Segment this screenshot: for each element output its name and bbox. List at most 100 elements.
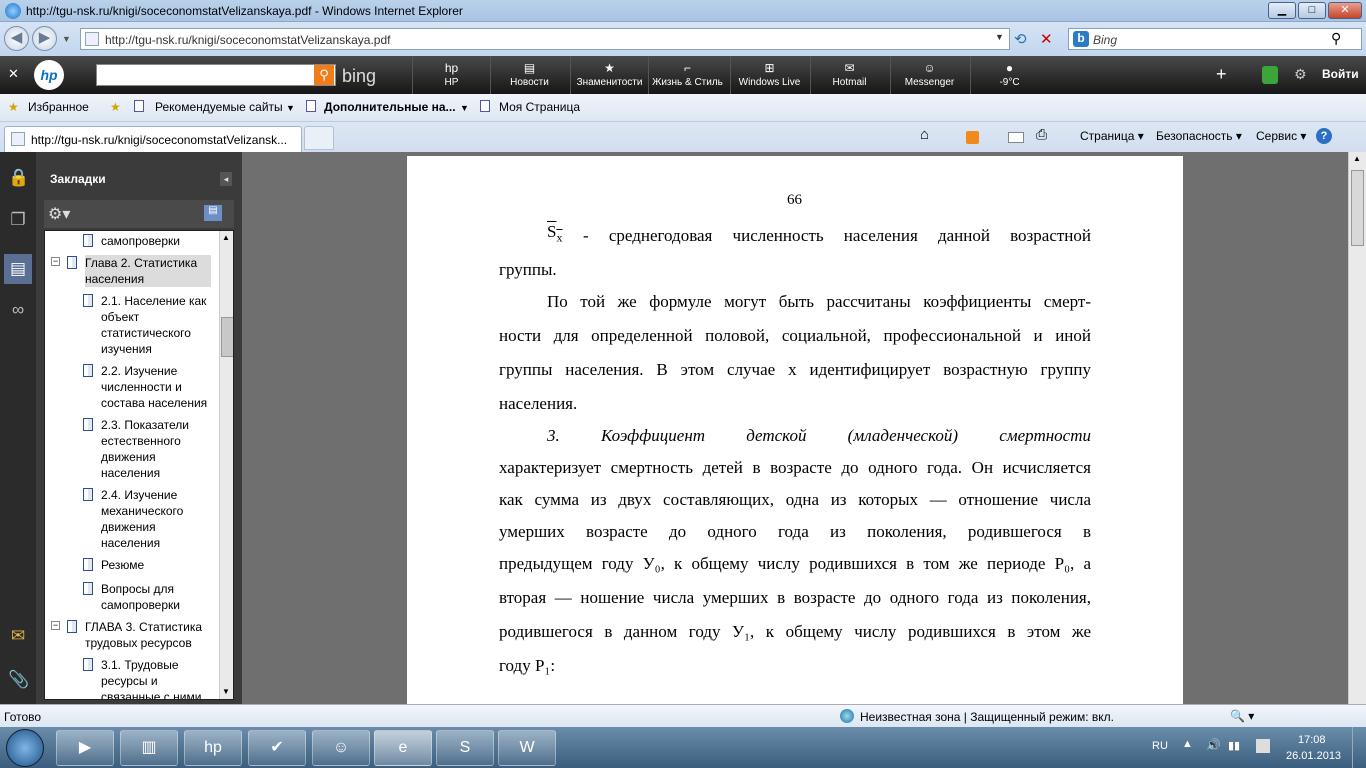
- close-button[interactable]: ✕: [1328, 2, 1362, 19]
- address-dropdown-icon[interactable]: ▼: [995, 32, 1004, 42]
- window-title: http://tgu-nsk.ru/knigi/soceconomstatVel…: [26, 4, 463, 18]
- fav-item-recommended[interactable]: Рекомендуемые сайты: [155, 100, 283, 114]
- binoculars-icon[interactable]: ∞: [8, 300, 28, 322]
- collapse-toggle-icon[interactable]: −: [51, 257, 60, 266]
- tab-current[interactable]: http://tgu-nsk.ru/knigi/soceconomstatVel…: [4, 126, 302, 152]
- collapse-panel-icon[interactable]: ◂: [220, 172, 232, 186]
- menu-page[interactable]: Страница ▾: [1080, 129, 1144, 143]
- minimize-button[interactable]: ▁: [1268, 2, 1296, 19]
- bing-logo: bing: [342, 66, 377, 86]
- taskbar: ▶ ▥ hp ✔ ☺ e S W RU ▲ 🔊 ▮▮ 17:08 26.01.2…: [0, 727, 1366, 768]
- bookmark-label: 2.1. Население как объект статистическог…: [101, 294, 207, 356]
- hp-toolbar-item[interactable]: hp HP: [412, 56, 490, 94]
- globe-icon: [840, 709, 854, 723]
- volume-icon[interactable]: 🔊: [1206, 738, 1221, 752]
- viewer-scrollbar[interactable]: ▲: [1348, 152, 1366, 704]
- favorites-bar: ★ Избранное ★ Рекомендуемые сайты ▼ Допо…: [0, 94, 1366, 122]
- chevron-down-icon[interactable]: ▼: [286, 103, 295, 113]
- address-bar[interactable]: http://tgu-nsk.ru/knigi/soceconomstatVel…: [80, 28, 1010, 50]
- hp-toolbar-item[interactable]: ● -9°C: [970, 56, 1048, 94]
- bookmark-page-icon: [67, 620, 77, 633]
- network-icon[interactable]: ▮▮: [1228, 739, 1240, 752]
- fav-item-addons[interactable]: Дополнительные на...: [324, 100, 456, 114]
- print-icon[interactable]: ⎙: [1036, 126, 1047, 143]
- tray-up-icon[interactable]: ▲: [1182, 738, 1193, 750]
- refresh-icon[interactable]: ⟲: [1014, 30, 1027, 48]
- wrench-icon[interactable]: ⚙: [1294, 66, 1307, 83]
- scroll-thumb[interactable]: [221, 317, 233, 357]
- search-box[interactable]: b Bing ⚲: [1068, 28, 1362, 50]
- chevron-down-icon[interactable]: ▼: [460, 103, 469, 113]
- help-icon[interactable]: ?: [1316, 128, 1332, 144]
- checkmark-app-icon[interactable]: ✔: [248, 730, 306, 766]
- show-desktop-button[interactable]: [1352, 727, 1366, 768]
- bookmarks-toolbar: ⚙▾ ▤: [44, 200, 234, 228]
- new-tab-button[interactable]: [304, 126, 334, 150]
- page-icon: [480, 100, 490, 112]
- scroll-down-icon[interactable]: ▼: [222, 687, 230, 696]
- bookmark-label: 3.1. Трудовые ресурсы и связанные с ними: [101, 658, 202, 700]
- bookmark-page-icon: [83, 294, 93, 307]
- explorer-icon[interactable]: ▥: [120, 730, 178, 766]
- hp-toolbar-item[interactable]: ⊞ Windows Live: [730, 56, 808, 94]
- bing-search-input[interactable]: [96, 64, 336, 86]
- clock-time[interactable]: 17:08: [1298, 734, 1326, 746]
- pages-icon[interactable]: ❐: [8, 210, 28, 232]
- maximize-button[interactable]: □: [1298, 2, 1326, 19]
- favorites-button[interactable]: Избранное: [28, 100, 89, 114]
- comments-icon[interactable]: ✉: [8, 626, 28, 648]
- hp-toolbar-item[interactable]: ▤ Новости: [490, 56, 568, 94]
- lock-icon[interactable]: 🔒: [8, 168, 29, 190]
- bookmark-page-icon: [67, 256, 77, 269]
- mail-icon[interactable]: [1008, 132, 1024, 143]
- hp-toolbar-item[interactable]: ✉ Hotmail: [810, 56, 888, 94]
- stop-icon[interactable]: ✕: [1040, 30, 1053, 48]
- menu-tools[interactable]: Сервис ▾: [1256, 129, 1306, 143]
- status-bar: Готово Неизвестная зона | Защищенный реж…: [0, 704, 1366, 727]
- scroll-up-icon[interactable]: ▲: [1353, 154, 1361, 163]
- hp-toolbar-item[interactable]: ☺ Messenger: [890, 56, 968, 94]
- back-button[interactable]: ◀: [4, 26, 29, 51]
- page-icon: [85, 32, 99, 46]
- security-shield-icon: [1262, 66, 1278, 84]
- home-icon[interactable]: ⌂: [920, 126, 929, 143]
- messenger-icon[interactable]: ☺: [312, 730, 370, 766]
- skype-icon[interactable]: S: [436, 730, 494, 766]
- ie-icon[interactable]: e: [374, 730, 432, 766]
- clock-date[interactable]: 26.01.2013: [1286, 750, 1341, 762]
- add-button[interactable]: +: [1216, 64, 1227, 85]
- hp-logo-icon[interactable]: hp: [34, 60, 64, 90]
- history-dropdown-icon[interactable]: ▼: [62, 34, 71, 44]
- menu-security[interactable]: Безопасность ▾: [1156, 129, 1242, 143]
- search-icon[interactable]: ⚲: [314, 65, 334, 85]
- hp-icon[interactable]: hp: [184, 730, 242, 766]
- bookmarks-panel-icon[interactable]: ▤: [4, 254, 32, 284]
- scroll-up-icon[interactable]: ▲: [222, 233, 230, 242]
- scroll-thumb[interactable]: [1351, 170, 1364, 246]
- hp-toolbar-item[interactable]: ⌐ Жизнь & Стиль: [648, 56, 726, 94]
- word-icon[interactable]: W: [498, 730, 556, 766]
- rss-icon[interactable]: [966, 131, 979, 144]
- bookmarks-title: Закладки: [50, 172, 106, 186]
- media-player-icon[interactable]: ▶: [56, 730, 114, 766]
- fav-item-mypage[interactable]: Моя Страница: [499, 100, 580, 114]
- login-button[interactable]: Войти: [1322, 67, 1359, 81]
- toolbar-close-icon[interactable]: ✕: [8, 66, 19, 82]
- forward-button[interactable]: ▶: [32, 26, 57, 51]
- options-gear-icon[interactable]: ⚙▾: [48, 204, 70, 224]
- expand-bookmark-icon[interactable]: ▤: [204, 205, 222, 221]
- hp-toolbar-item[interactable]: ★ Знаменитости: [570, 56, 648, 94]
- document-text-line: вторая — ношение числа умерших в возраст…: [499, 588, 1091, 607]
- search-icon[interactable]: ⚲: [1331, 30, 1341, 47]
- start-button[interactable]: [6, 729, 44, 767]
- power-icon[interactable]: [1256, 739, 1270, 753]
- zoom-icon[interactable]: 🔍 ▾: [1230, 709, 1254, 723]
- add-favorite-icon[interactable]: ★: [110, 100, 121, 114]
- collapse-toggle-icon[interactable]: −: [51, 621, 60, 630]
- language-indicator[interactable]: RU: [1152, 740, 1168, 752]
- attachments-icon[interactable]: 📎: [8, 670, 29, 692]
- bookmark-page-icon: [83, 364, 93, 377]
- pdf-page: 66 Sx - среднегодовая численность населе…: [407, 156, 1183, 708]
- bookmark-page-icon: [83, 658, 93, 671]
- bookmarks-scrollbar[interactable]: ▲ ▼: [219, 231, 233, 699]
